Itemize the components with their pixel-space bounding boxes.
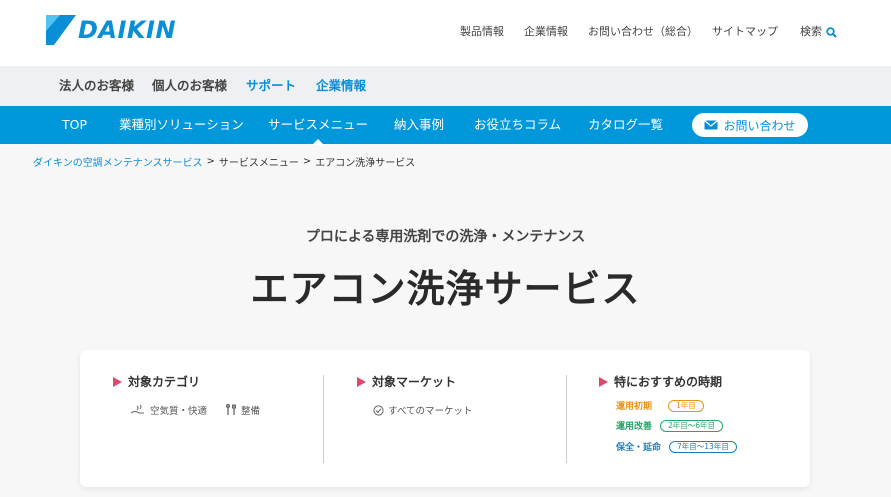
search-label: 検索 — [800, 25, 822, 38]
market-tag-label: すべてのマーケット — [388, 406, 473, 417]
nav-case-studies[interactable]: 納入事例 — [394, 117, 444, 133]
nav-business-customers[interactable]: 法人のお客様 — [59, 78, 134, 94]
page-title: エアコン洗浄サービス — [250, 267, 641, 311]
page-subtitle: プロによる専用洗剤での洗浄・メンテナンス — [305, 229, 586, 245]
nav-individual-customers[interactable]: 個人のお客様 — [152, 78, 227, 94]
column-divider — [323, 375, 324, 463]
category-heading-label: 対象カテゴリ — [128, 375, 201, 389]
category-heading: 対象カテゴリ — [113, 373, 200, 390]
tools-icon — [225, 404, 237, 415]
nav-top[interactable]: TOP — [62, 117, 87, 133]
breadcrumb-separator: > — [206, 156, 215, 167]
triangle-bullet-icon — [599, 376, 608, 387]
category-tag-label: 空気質・快適 — [150, 406, 208, 417]
main-nav: TOP 業種別ソリューション サービスメニュー 納入事例 お役立ちコラム カタロ… — [0, 106, 891, 145]
nav-corporate-info[interactable]: 企業情報 — [316, 78, 366, 94]
breadcrumb-home[interactable]: ダイキンの空調メンテナンスサービス — [33, 154, 203, 169]
category-tag-air-quality[interactable]: 空気質・快適 — [130, 403, 207, 417]
market-heading: 対象マーケット — [357, 373, 456, 390]
contact-button-label: お問い合わせ — [723, 118, 796, 133]
timing-heading: 特におすすめの時期 — [599, 373, 722, 390]
timing-row-initial: 運用初期 1年目 — [616, 399, 704, 412]
column-divider — [566, 375, 567, 463]
top-header: DAIKIN 製品情報 企業情報 お問い合わせ（総合） サイトマップ 検索 — [0, 0, 891, 66]
hand-air-icon — [130, 404, 144, 414]
contact-button[interactable]: お問い合わせ — [692, 113, 808, 137]
link-contact-general[interactable]: お問い合わせ（総合） — [588, 24, 698, 40]
nav-service-menu[interactable]: サービスメニュー — [268, 117, 368, 145]
breadcrumb: ダイキンの空調メンテナンスサービス > サービスメニュー > エアコン洗浄サービ… — [33, 154, 415, 169]
nav-useful-columns[interactable]: お役立ちコラム — [474, 117, 561, 133]
check-circle-icon — [373, 404, 384, 416]
timing-label: 運用初期 — [616, 402, 653, 412]
link-sitemap[interactable]: サイトマップ — [712, 24, 778, 40]
timing-period-badge: 2年目～6年目 — [660, 419, 724, 432]
timing-period-badge: 1年目 — [668, 399, 704, 412]
timing-period-badge: 7年目～13年目 — [669, 440, 737, 453]
timing-heading-label: 特におすすめの時期 — [614, 375, 723, 389]
search-button[interactable]: 検索 — [800, 24, 837, 40]
timing-label: 保全・延命 — [616, 443, 662, 453]
market-tag-all[interactable]: すべてのマーケット — [373, 403, 472, 417]
breadcrumb-separator: > — [302, 156, 312, 167]
market-heading-label: 対象マーケット — [372, 375, 457, 389]
timing-row-preservation: 保全・延命 7年目～13年目 — [616, 440, 737, 453]
link-corporate[interactable]: 企業情報 — [524, 24, 568, 40]
utility-links: 製品情報 企業情報 お問い合わせ（総合） サイトマップ 検索 — [0, 24, 891, 40]
breadcrumb-current: エアコン洗浄サービス — [315, 158, 416, 169]
link-products[interactable]: 製品情報 — [460, 24, 504, 40]
timing-label: 運用改善 — [616, 422, 653, 432]
search-icon — [826, 26, 837, 38]
nav-catalogs[interactable]: カタログ一覧 — [588, 117, 663, 133]
mail-icon — [704, 120, 719, 130]
nav-industry-solutions[interactable]: 業種別ソリューション — [119, 117, 244, 133]
triangle-bullet-icon — [357, 376, 366, 387]
triangle-bullet-icon — [113, 376, 122, 387]
category-tag-maintenance[interactable]: 整備 — [225, 403, 260, 417]
audience-nav: 法人のお客様 個人のお客様 サポート 企業情報 — [0, 66, 891, 106]
breadcrumb-service-menu[interactable]: サービスメニュー — [219, 154, 299, 169]
timing-row-improvement: 運用改善 2年目～6年目 — [616, 419, 724, 432]
market-tags: すべてのマーケット — [373, 403, 472, 417]
category-tags: 空気質・快適 整備 — [130, 403, 260, 417]
nav-support[interactable]: サポート — [246, 78, 296, 94]
category-tag-label: 整備 — [241, 406, 261, 417]
service-info-card: 対象カテゴリ 空気質・快適 整備 対象マーケット すべてのマーケット 特におすす… — [80, 350, 810, 487]
